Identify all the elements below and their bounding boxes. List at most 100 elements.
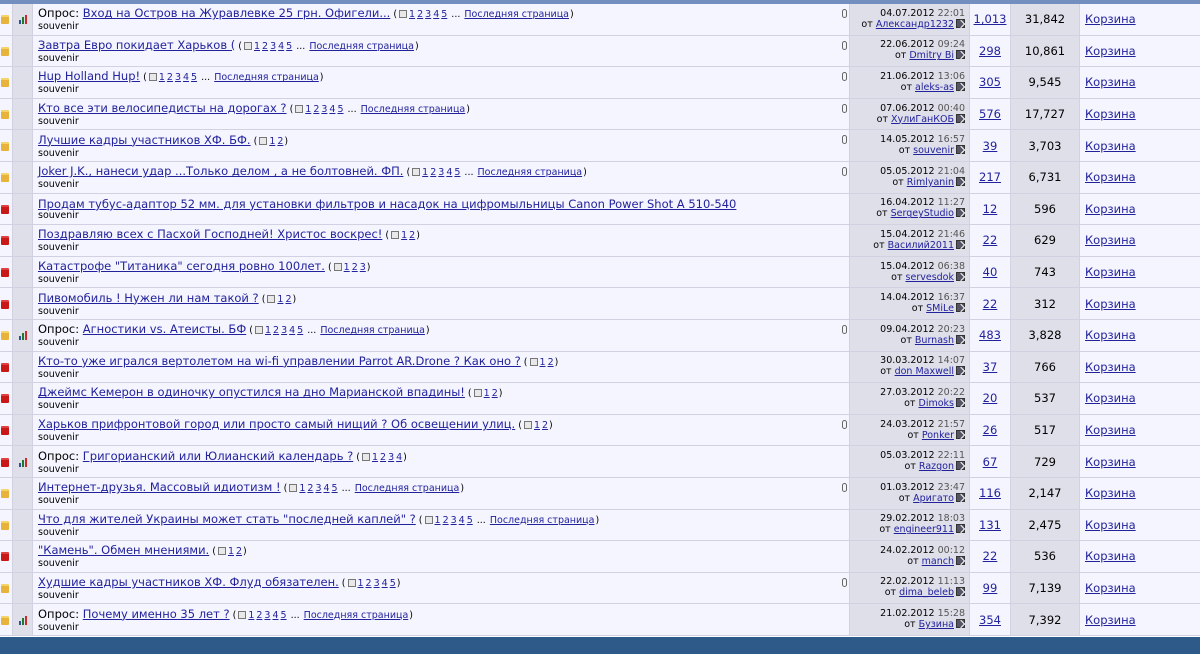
- page-link[interactable]: 2: [313, 104, 319, 115]
- page-link[interactable]: 3: [281, 325, 287, 336]
- category-link[interactable]: Корзина: [1085, 328, 1136, 342]
- go-to-last-post-icon[interactable]: [956, 271, 965, 281]
- page-link[interactable]: 1: [265, 325, 271, 336]
- page-link[interactable]: 4: [278, 41, 284, 52]
- page-link[interactable]: 4: [433, 9, 439, 20]
- page-link[interactable]: 5: [297, 325, 303, 336]
- go-to-last-post-icon[interactable]: [956, 492, 965, 502]
- page-link[interactable]: 5: [191, 72, 197, 83]
- page-link[interactable]: 1: [372, 452, 378, 463]
- go-to-last-post-icon[interactable]: [956, 587, 965, 597]
- go-to-last-post-icon[interactable]: [956, 113, 965, 123]
- thread-title-link[interactable]: Вход на Остров на Журавлевке 25 грн. Офи…: [83, 6, 391, 20]
- last-poster-link[interactable]: SMiLe: [926, 303, 954, 314]
- page-link[interactable]: 1: [305, 104, 311, 115]
- thread-title-link[interactable]: Григорианский или Юлианский календарь ?: [83, 449, 353, 463]
- replies-count-link[interactable]: 12: [983, 202, 998, 216]
- page-link[interactable]: 5: [281, 610, 287, 621]
- thread-title-link[interactable]: Интернет-друзья. Массовый идиотизм !: [38, 480, 281, 494]
- page-link[interactable]: 4: [289, 325, 295, 336]
- page-link[interactable]: 4: [396, 452, 402, 463]
- category-link[interactable]: Корзина: [1085, 549, 1136, 563]
- replies-count-link[interactable]: 99: [983, 581, 998, 595]
- page-link[interactable]: 4: [459, 515, 465, 526]
- replies-count-link[interactable]: 20: [983, 391, 998, 405]
- category-link[interactable]: Корзина: [1085, 107, 1136, 121]
- thread-title-link[interactable]: Hup Holland Hup!: [38, 69, 140, 83]
- thread-title-link[interactable]: Кто-то уже игрался вертолетом на wi-fi у…: [38, 354, 521, 368]
- page-link[interactable]: 2: [366, 578, 372, 589]
- page-link[interactable]: 2: [430, 167, 436, 178]
- last-poster-link[interactable]: Бузина: [919, 619, 954, 630]
- last-poster-link[interactable]: SergeyStudio: [891, 208, 954, 219]
- replies-count-link[interactable]: 217: [979, 170, 1001, 184]
- page-link[interactable]: 3: [321, 104, 327, 115]
- page-link[interactable]: 1: [409, 9, 415, 20]
- replies-count-link[interactable]: 131: [979, 518, 1001, 532]
- page-link[interactable]: 5: [467, 515, 473, 526]
- go-to-last-post-icon[interactable]: [956, 524, 965, 534]
- last-page-link[interactable]: Последняя страница: [355, 483, 460, 494]
- last-page-link[interactable]: Последняя страница: [320, 325, 425, 336]
- page-link[interactable]: 3: [175, 72, 181, 83]
- last-poster-link[interactable]: Rimlyanin: [907, 177, 954, 188]
- page-link[interactable]: 5: [332, 483, 338, 494]
- thread-title-link[interactable]: Пивомобиль ! Нужен ли нам такой ?: [38, 291, 259, 305]
- category-link[interactable]: Корзина: [1085, 139, 1136, 153]
- replies-count-link[interactable]: 26: [983, 423, 998, 437]
- category-link[interactable]: Корзина: [1085, 518, 1136, 532]
- go-to-last-post-icon[interactable]: [956, 366, 965, 376]
- category-link[interactable]: Корзина: [1085, 581, 1136, 595]
- replies-count-link[interactable]: 40: [983, 265, 998, 279]
- category-link[interactable]: Корзина: [1085, 170, 1136, 184]
- replies-count-link[interactable]: 576: [979, 107, 1001, 121]
- last-poster-link[interactable]: aleks-as: [915, 82, 954, 93]
- last-page-link[interactable]: Последняя страница: [478, 167, 583, 178]
- thread-title-link[interactable]: Агностики vs. Атеисты. БФ: [83, 322, 246, 336]
- page-link[interactable]: 3: [264, 610, 270, 621]
- page-link[interactable]: 3: [270, 41, 276, 52]
- category-link[interactable]: Корзина: [1085, 12, 1136, 26]
- page-link[interactable]: 2: [277, 136, 283, 147]
- page-link[interactable]: 2: [417, 9, 423, 20]
- page-link[interactable]: 3: [360, 262, 366, 273]
- go-to-last-post-icon[interactable]: [956, 303, 965, 313]
- go-to-last-post-icon[interactable]: [956, 18, 965, 28]
- go-to-last-post-icon[interactable]: [956, 208, 965, 218]
- replies-count-link[interactable]: 37: [983, 360, 998, 374]
- last-poster-link[interactable]: dima_beleb: [899, 587, 954, 598]
- page-link[interactable]: 4: [329, 104, 335, 115]
- page-link[interactable]: 4: [272, 610, 278, 621]
- category-link[interactable]: Корзина: [1085, 486, 1136, 500]
- page-link[interactable]: 1: [358, 578, 364, 589]
- page-link[interactable]: 4: [324, 483, 330, 494]
- page-link[interactable]: 1: [228, 546, 234, 557]
- replies-count-link[interactable]: 116: [979, 486, 1001, 500]
- last-page-link[interactable]: Последняя страница: [214, 72, 319, 83]
- category-link[interactable]: Корзина: [1085, 75, 1136, 89]
- page-link[interactable]: 3: [425, 9, 431, 20]
- category-link[interactable]: Корзина: [1085, 297, 1136, 311]
- go-to-last-post-icon[interactable]: [956, 619, 965, 629]
- go-to-last-post-icon[interactable]: [956, 145, 965, 155]
- replies-count-link[interactable]: 483: [979, 328, 1001, 342]
- thread-title-link[interactable]: Завтра Евро покидает Харьков (: [38, 38, 235, 52]
- last-poster-link[interactable]: manch: [922, 556, 954, 567]
- thread-title-link[interactable]: Что для жителей Украины может стать "пос…: [38, 512, 416, 526]
- last-poster-link[interactable]: Burnash: [915, 335, 954, 346]
- replies-count-link[interactable]: 22: [983, 233, 998, 247]
- go-to-last-post-icon[interactable]: [956, 555, 965, 565]
- category-link[interactable]: Корзина: [1085, 265, 1136, 279]
- page-link[interactable]: 3: [438, 167, 444, 178]
- replies-count-link[interactable]: 305: [979, 75, 1001, 89]
- go-to-last-post-icon[interactable]: [956, 176, 965, 186]
- page-link[interactable]: 3: [451, 515, 457, 526]
- page-link[interactable]: 2: [307, 483, 313, 494]
- go-to-last-post-icon[interactable]: [956, 429, 965, 439]
- go-to-last-post-icon[interactable]: [956, 81, 965, 91]
- replies-count-link[interactable]: 22: [983, 297, 998, 311]
- last-poster-link[interactable]: servesdok: [906, 272, 954, 283]
- page-link[interactable]: 1: [422, 167, 428, 178]
- page-link[interactable]: 3: [388, 452, 394, 463]
- last-page-link[interactable]: Последняя страница: [490, 515, 595, 526]
